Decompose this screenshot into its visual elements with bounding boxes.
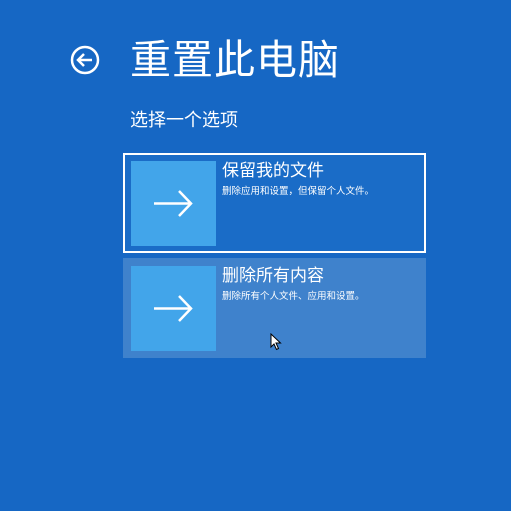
arrow-right-icon [154, 190, 193, 217]
arrow-right-icon [154, 295, 193, 322]
options-subtitle: 选择一个选项 [130, 110, 238, 131]
option-tile [131, 266, 216, 351]
back-arrow-circle-icon [70, 45, 100, 75]
back-button[interactable] [70, 45, 100, 75]
option-description: 删除所有个人文件、应用和设置。 [222, 291, 365, 302]
reset-pc-screen: 重置此电脑 选择一个选项 保留我的文件 删除应用和设置，但保留个人文件。 删除所… [0, 0, 511, 511]
option-title: 删除所有内容 [222, 266, 324, 286]
option-title: 保留我的文件 [222, 161, 324, 181]
option-tile [131, 161, 216, 246]
keep-my-files-option[interactable]: 保留我的文件 删除应用和设置，但保留个人文件。 [123, 153, 426, 253]
remove-everything-option[interactable]: 删除所有内容 删除所有个人文件、应用和设置。 [123, 258, 426, 358]
option-description: 删除应用和设置，但保留个人文件。 [222, 186, 375, 197]
page-title: 重置此电脑 [130, 36, 340, 84]
